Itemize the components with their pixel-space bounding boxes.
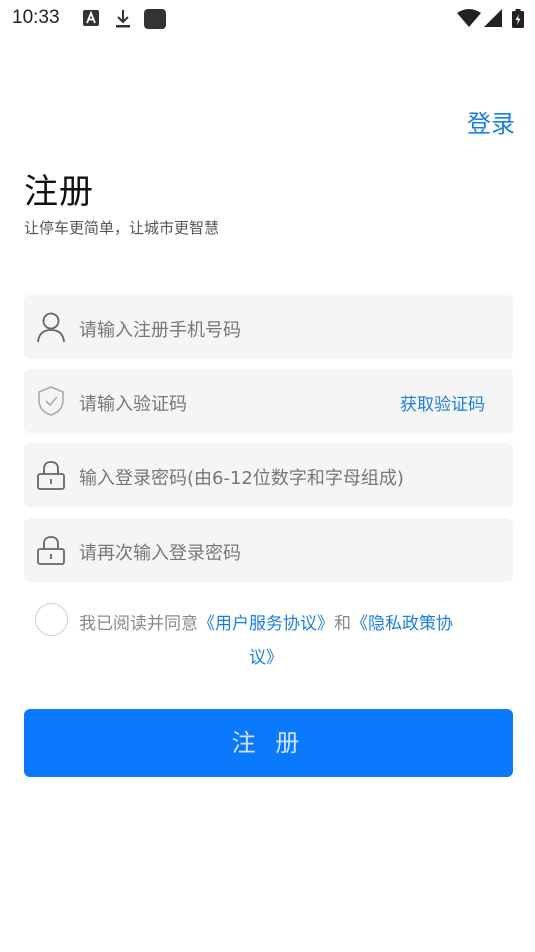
password-input[interactable]: 输入登录密码(由6-12位数字和字母组成) [79, 464, 404, 490]
get-code-button[interactable]: 获取验证码 [400, 390, 485, 415]
notification-a-icon [83, 10, 99, 26]
status-time: 10:33 [12, 7, 60, 28]
user-icon [37, 312, 65, 343]
login-link[interactable]: 登录 [467, 104, 515, 139]
lock-icon [37, 461, 65, 490]
wifi-icon [457, 9, 481, 27]
register-button[interactable]: 注 册 [24, 709, 513, 777]
agreement-and: 和 [334, 614, 351, 634]
confirm-password-input[interactable]: 请再次输入登录密码 [79, 539, 241, 565]
confirm-password-field[interactable]: 请再次输入登录密码 [24, 518, 513, 582]
phone-field[interactable]: 请输入注册手机号码 [24, 295, 513, 359]
app-square-icon [144, 9, 166, 29]
signal-icon [484, 9, 502, 27]
password-field[interactable]: 输入登录密码(由6-12位数字和字母组成) [24, 443, 513, 507]
privacy-policy-link[interactable]: 《隐私政策协 [351, 614, 453, 634]
download-icon [116, 10, 130, 28]
phone-input[interactable]: 请输入注册手机号码 [79, 316, 241, 342]
shield-check-icon [38, 386, 64, 416]
status-bar: 10:33 [0, 0, 535, 36]
agreement-text: 我已阅读并同意《用户服务协议》和《隐私政策协 [79, 608, 509, 641]
battery-icon [512, 9, 524, 28]
page-subtitle: 让停车更简单，让城市更智慧 [24, 219, 220, 237]
agree-radio[interactable] [35, 603, 68, 636]
user-agreement-link[interactable]: 《用户服务协议》 [198, 614, 334, 634]
lock-icon [37, 536, 65, 565]
agreement-prefix: 我已阅读并同意 [79, 614, 198, 634]
code-input[interactable]: 请输入验证码 [79, 390, 187, 416]
page-title: 注册 [24, 172, 94, 212]
code-field[interactable]: 请输入验证码 获取验证码 [24, 369, 513, 433]
privacy-policy-link-cont[interactable]: 议》 [249, 642, 283, 675]
